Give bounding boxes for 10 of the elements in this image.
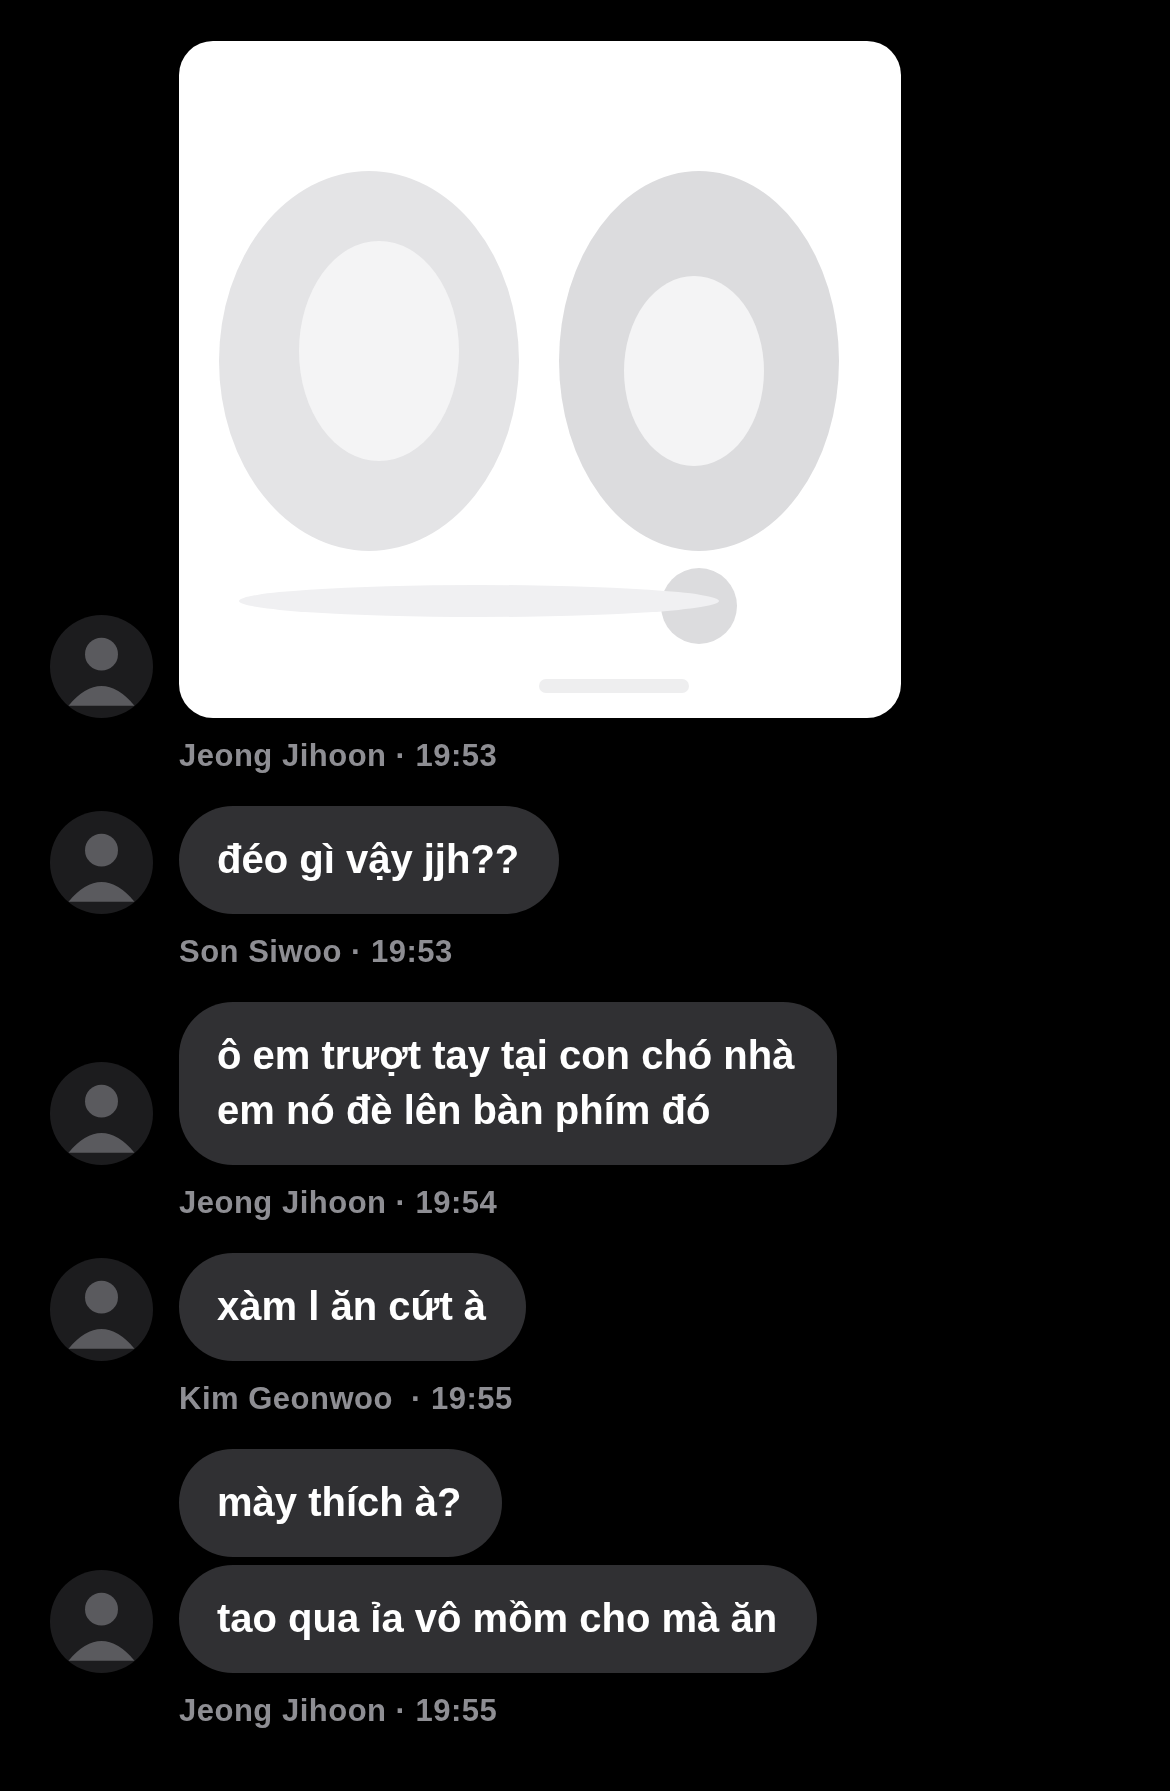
message-bubble: ô em trượt tay tại con chó nhà em nó đè lên bàn phím đó (179, 1002, 837, 1165)
sender-time: Kim Geonwoo · 19:55 (179, 1380, 514, 1418)
message-bubble: xàm l ăn cứt à (179, 1253, 527, 1361)
sender-time: Jeong Jihoon · 19:53 (179, 737, 499, 775)
sender-time: Jeong Jihoon · 19:54 (179, 1184, 499, 1222)
sender-time: Son Siwoo · 19:53 (179, 933, 454, 971)
sender-time: Jeong Jihoon · 19:55 (179, 1692, 499, 1730)
message-bubble: mày thích à? (179, 1449, 502, 1557)
message-bubble: tao qua ỉa vô mồm cho mà ăn (179, 1565, 818, 1673)
message-bubble: đéo gì vậy jjh?? (179, 806, 560, 914)
